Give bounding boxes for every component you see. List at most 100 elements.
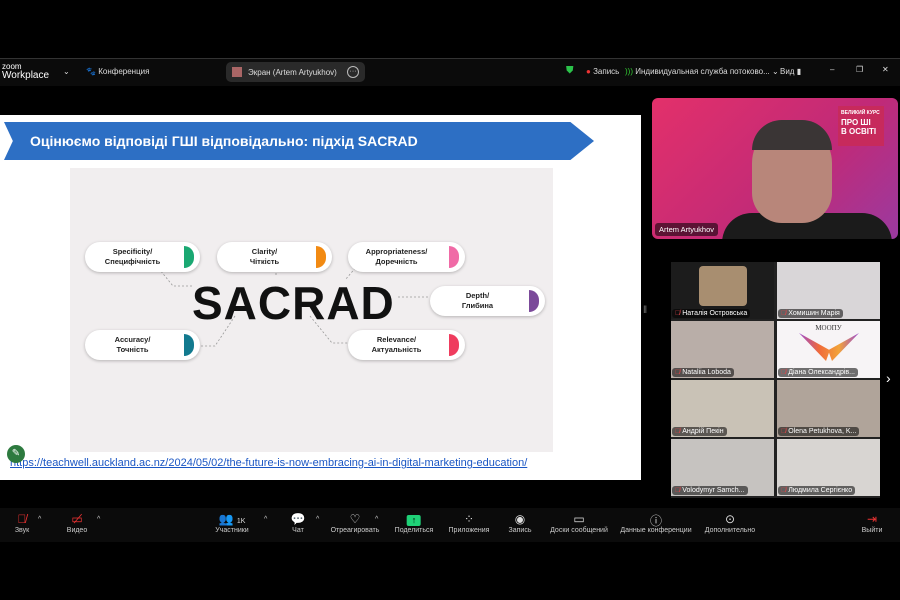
item-en: Accuracy/ [114, 335, 151, 344]
item-depth: Depth/Глибина [430, 286, 545, 316]
chevron-down-icon[interactable]: ⌄ [63, 67, 70, 76]
item-relevance: Relevance/Актуальність [348, 330, 465, 360]
annotate-pencil-icon[interactable]: ✎ [7, 445, 25, 463]
wings-logo [799, 333, 859, 361]
whiteboards-button[interactable]: ▭ Доски сообщений [550, 512, 608, 534]
video-button[interactable]: ▭̸ Видео [67, 512, 87, 534]
info-icon: ⓘ [649, 514, 662, 528]
react-button[interactable]: ♡ Отреагировать [331, 512, 380, 534]
participant-name: 🎙̸ Olena Petukhova, K... [778, 427, 860, 436]
color-tab [529, 290, 539, 312]
org-logo-text: МООПУ [815, 324, 842, 332]
video-label: Видео [66, 527, 88, 534]
item-uk: Чіткість [249, 257, 280, 266]
participant-tile[interactable]: 🎙̸ Наталія Островська [671, 262, 774, 319]
leave-button[interactable]: ⇥ Выйти [862, 512, 883, 534]
name-text: Андрій Пекін [682, 428, 724, 435]
participant-tile[interactable]: 🎙̸ Хомишин Марія [777, 262, 880, 319]
participant-photo [699, 266, 747, 306]
audio-options-caret[interactable]: ^ [38, 516, 41, 523]
share-button[interactable]: ↑ Поделиться [394, 512, 434, 534]
item-uk: Глибина [461, 301, 494, 310]
item-uk: Точність [116, 345, 149, 354]
more-button[interactable]: ⊙ Дополнительно [705, 512, 755, 534]
participant-name: 🎙̸ Наталія Островська [672, 309, 751, 318]
meeting-menu[interactable]: 🐾 Конференция [86, 67, 149, 76]
share-label: Экран (Artem Artyukhov) [248, 67, 337, 77]
chat-icon: 💬 [290, 512, 306, 526]
mic-muted-icon: 🎙̸ [781, 310, 787, 317]
meeting-info-button[interactable]: ⓘ Данные конференции [620, 512, 691, 534]
name-text: Людмила Сергієнко [788, 487, 853, 494]
share-label: Поделиться [394, 527, 434, 534]
chat-label: Чат [292, 527, 304, 534]
speaker-video[interactable]: ВЕЛИКИЙ КУРС ПРО ШІ В ОСВІТІ Artem Artyukh… [652, 98, 898, 239]
name-text: Olena Petukhova, K... [788, 428, 857, 435]
restore-icon[interactable]: ❐ [856, 65, 863, 74]
apps-label: Приложения [448, 527, 490, 534]
chat-options-caret[interactable]: ^ [316, 516, 319, 523]
screen-share-pill[interactable]: Экран (Artem Artyukhov) ··· [226, 62, 365, 82]
course-badge: ВЕЛИКИЙ КУРС ПРО ШІ В ОСВІТІ [838, 106, 884, 146]
participant-tile[interactable]: 🎙̸ Volodymyr Samch... [671, 439, 774, 496]
item-en: Appropriateness/ [365, 247, 428, 256]
item-uk: Доречність [375, 257, 418, 266]
react-options-caret[interactable]: ^ [375, 516, 378, 523]
meeting-label: Конференция [98, 67, 150, 76]
item-appropriateness: Appropriateness/Доречність [348, 242, 465, 272]
name-text: Volodymyr Samch... [682, 487, 745, 494]
mic-muted-icon: 🎙̸ [781, 487, 787, 494]
participant-name: 🎙̸ Андрій Пекін [672, 427, 727, 436]
participants-label: Участники [215, 527, 249, 534]
item-uk: Актуальність [371, 345, 422, 354]
react-label: Отреагировать [330, 527, 380, 534]
badge-line: В ОСВІТІ [841, 127, 877, 136]
participant-name: 🎙̸ Хомишин Марія [778, 309, 843, 318]
audio-button[interactable]: 🎙̸ Звук [15, 512, 29, 534]
stream-label: Индивидуальная служба потоково... [635, 67, 770, 76]
shield-icon: ⛊ [566, 65, 574, 76]
participants-options-caret[interactable]: ^ [264, 516, 267, 523]
participants-icon: 👥 1K [218, 512, 246, 526]
minimize-icon[interactable]: – [830, 65, 834, 74]
participant-tile[interactable]: 🎙̸ Olena Petukhova, K... [777, 380, 880, 437]
view-label: Вид [780, 67, 795, 76]
participant-gallery: 🎙̸ Наталія Островська 🎙̸ Хомишин Марія 🎙̸ N… [671, 262, 880, 498]
whiteboard-icon: ▭ [573, 512, 585, 526]
video-options-caret[interactable]: ^ [97, 516, 100, 523]
participant-tile[interactable]: МООПУ 🎙̸ Діана Олександрів... [777, 321, 880, 378]
source-link[interactable]: https://teachwell.auckland.ac.nz/2024/05… [10, 457, 527, 469]
recording-indicator[interactable]: ● Запись [586, 67, 619, 76]
participant-tile[interactable]: 🎙̸ Людмила Сергієнко [777, 439, 880, 496]
chat-button[interactable]: 💬 Чат [291, 512, 306, 534]
name-text: Хомишин Марія [788, 310, 840, 317]
shared-slide: Оцінюємо відповіді ГШІ відповідально: пі… [0, 115, 641, 480]
participants-button[interactable]: 👥 1K Участники [215, 512, 248, 534]
resize-handle[interactable]: ‖ [643, 305, 647, 316]
zoom-logo: zoom Workplace [2, 62, 49, 81]
close-icon[interactable]: ✕ [882, 65, 889, 74]
item-clarity: Clarity/Чіткість [217, 242, 332, 272]
badge-line: ПРО ШІ [841, 118, 871, 127]
speaker-hair [752, 120, 832, 150]
color-tab [184, 246, 194, 268]
participant-name: 🎙̸ Діана Олександрів... [778, 368, 858, 377]
apps-button[interactable]: ⁘ Приложения [449, 512, 490, 534]
participant-tile[interactable]: 🎙̸ Nataliia Loboda [671, 321, 774, 378]
participant-tile[interactable]: 🎙̸ Андрій Пекін [671, 380, 774, 437]
color-tab [316, 246, 326, 268]
badge-line: ВЕЛИКИЙ КУРС [841, 110, 880, 116]
heart-icon: ♡ [349, 512, 361, 526]
item-en: Depth/ [465, 291, 490, 300]
more-icon[interactable]: ··· [347, 66, 359, 78]
record-dot-icon: ● [586, 67, 591, 76]
view-button[interactable]: Вид ▮ [780, 67, 801, 76]
leave-label: Выйти [861, 527, 883, 534]
info-label: Данные конференции [620, 527, 692, 534]
participant-name: 🎙̸ Nataliia Loboda [672, 368, 734, 377]
name-text: Діана Олександрів... [788, 369, 855, 376]
stream-menu[interactable]: ))) Индивидуальная служба потоково... ⌄ [625, 67, 779, 76]
next-page-chevron-icon[interactable]: › [886, 370, 891, 386]
item-en: Specificity/ [112, 247, 153, 256]
record-button[interactable]: ◉ Запись [509, 512, 532, 534]
